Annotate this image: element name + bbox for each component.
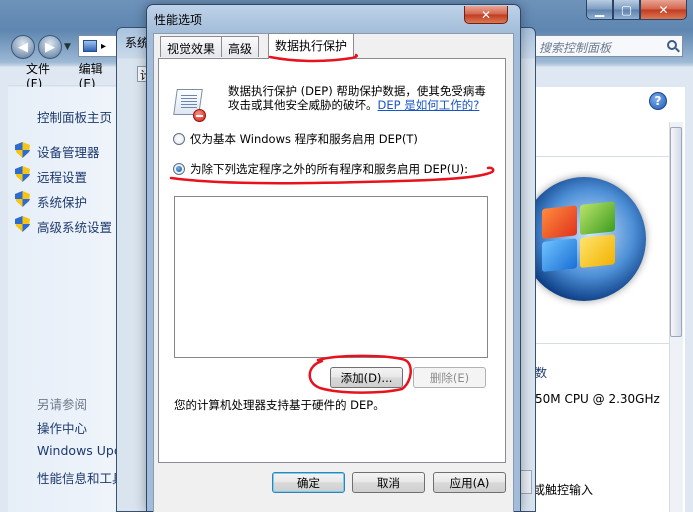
shield-icon <box>15 216 30 232</box>
radio-button-selected[interactable] <box>173 163 185 175</box>
search-icon[interactable] <box>667 40 677 50</box>
task-link-device-manager[interactable]: 设备管理器 <box>37 142 100 161</box>
maximize-button[interactable]: ▢ <box>613 0 640 20</box>
see-also-heading: 另请参阅 <box>37 397 88 412</box>
close-button[interactable]: ✕ <box>640 0 687 20</box>
control-panel-home-link[interactable]: 控制面板主页 <box>37 107 112 126</box>
history-dropdown-icon[interactable]: ▼ <box>64 42 71 52</box>
task-link-advanced-system-settings[interactable]: 高级系统设置 <box>37 217 112 236</box>
radio-all-except-label: 为除下列选定程序之外的所有程序和服务启用 DEP(U): <box>190 162 468 176</box>
radio-all-except-dep[interactable]: 为除下列选定程序之外的所有程序和服务启用 DEP(U): <box>173 161 468 177</box>
divider <box>520 156 680 157</box>
shield-icon <box>15 142 30 158</box>
menu-bar: 文件(F) 编辑(E) <box>8 62 118 91</box>
rating-link-partial[interactable]: 数 <box>535 364 547 381</box>
system-properties-button-edge[interactable] <box>520 470 532 494</box>
dep-help-link[interactable]: DEP 是如何工作的? <box>378 98 480 112</box>
excluded-programs-list[interactable] <box>174 196 488 358</box>
minimize-button[interactable]: ▁ <box>586 0 613 20</box>
divider <box>520 343 680 344</box>
radio-basic-dep[interactable]: 仅为基本 Windows 程序和服务启用 DEP(T) <box>173 131 418 147</box>
windows-logo <box>522 177 646 301</box>
task-link-system-protection[interactable]: 系统保护 <box>37 192 87 211</box>
task-link-remote-settings[interactable]: 远程设置 <box>37 167 87 186</box>
hardware-dep-support-text: 您的计算机处理器支持基于硬件的 DEP。 <box>174 398 385 412</box>
forward-arrow-icon[interactable]: ▶ <box>38 35 62 59</box>
control-panel-icon <box>83 40 97 52</box>
add-button[interactable]: 添加(D)... <box>330 367 403 388</box>
window-caption-buttons: ▁ ▢ ✕ <box>586 0 687 20</box>
remove-button: 删除(E) <box>413 367 486 388</box>
scrollbar-thumb[interactable] <box>670 127 682 337</box>
dep-description: 数据执行保护 (DEP) 帮助保护数据，使其免受病毒攻击或其他安全威胁的破坏。D… <box>228 84 490 112</box>
windows-flag-icon <box>542 201 618 275</box>
back-arrow-icon[interactable]: ◀ <box>11 35 35 59</box>
cancel-button[interactable]: 取消 <box>352 472 425 493</box>
radio-button[interactable] <box>173 133 185 145</box>
dialog-close-icon[interactable]: ✕ <box>464 6 508 24</box>
dialog-title: 性能选项 <box>154 13 203 27</box>
apply-button[interactable]: 应用(A) <box>433 472 506 493</box>
tab-data-execution-prevention[interactable]: 数据执行保护 <box>268 33 355 59</box>
processor-value: 50M CPU @ 2.30GHz <box>535 392 660 406</box>
search-placeholder: 搜索控制面板 <box>539 41 612 55</box>
address-chevron-icon: ▸ <box>101 40 107 52</box>
help-icon[interactable]: ? <box>649 92 667 110</box>
see-also-performance-tools[interactable]: 性能信息和工具 <box>37 468 125 487</box>
shield-icon <box>15 191 30 207</box>
search-input[interactable]: 搜索控制面板 <box>520 35 683 57</box>
address-bar[interactable]: ▸ <box>78 35 120 57</box>
dep-shield-icon <box>173 87 207 123</box>
radio-basic-label: 仅为基本 Windows 程序和服务启用 DEP(T) <box>190 132 418 146</box>
tab-visual-effects[interactable]: 视觉效果 <box>160 36 223 57</box>
tab-advanced[interactable]: 高级 <box>221 36 260 57</box>
see-also-action-center[interactable]: 操作中心 <box>37 418 87 437</box>
see-also-windows-update[interactable]: Windows Upd <box>37 443 122 458</box>
shield-icon <box>15 166 30 182</box>
ok-button[interactable]: 确定 <box>272 472 345 493</box>
system-info-pane <box>520 87 685 512</box>
